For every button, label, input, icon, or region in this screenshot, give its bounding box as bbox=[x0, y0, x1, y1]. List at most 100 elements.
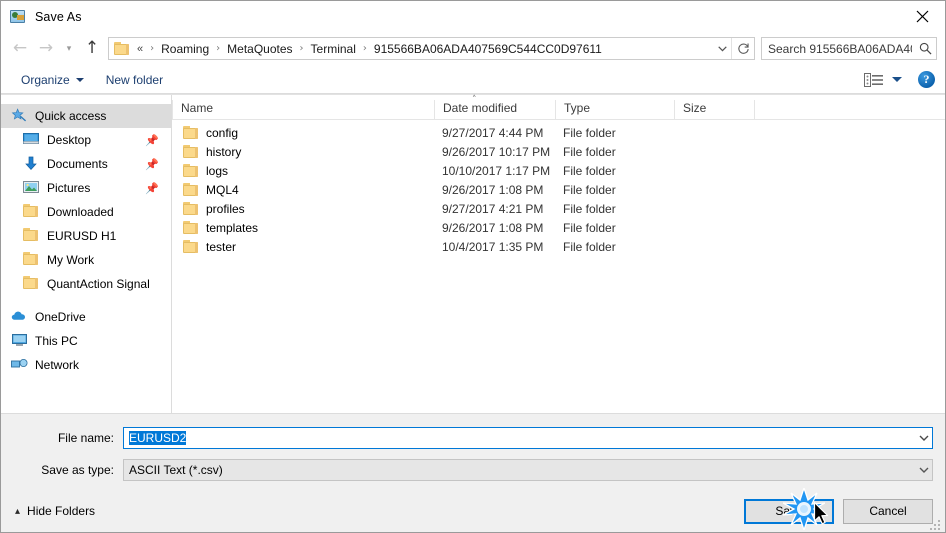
file-name-cell: templates bbox=[172, 221, 434, 235]
pin-icon[interactable]: 📌 bbox=[145, 134, 165, 147]
close-icon[interactable] bbox=[899, 1, 945, 31]
breadcrumb-item-metaquotes[interactable]: MetaQuotes bbox=[225, 41, 294, 57]
save-as-type-chevron-down-icon[interactable] bbox=[915, 467, 932, 473]
column-header-date-modified[interactable]: Date modified bbox=[434, 100, 555, 119]
hide-folders-button[interactable]: ▴ Hide Folders bbox=[15, 504, 95, 518]
breadcrumb-item-terminal[interactable]: Terminal bbox=[309, 41, 358, 57]
table-row[interactable]: MQL4 9/26/2017 1:08 PM File folder bbox=[172, 180, 945, 199]
file-name: config bbox=[206, 125, 239, 140]
folder-icon bbox=[23, 276, 40, 292]
sidebar-item-eurusd-h1[interactable]: EURUSD H1 bbox=[1, 224, 171, 248]
chevron-down-icon bbox=[75, 77, 84, 82]
folder-icon bbox=[23, 204, 40, 220]
sidebar-item-desktop[interactable]: Desktop 📌 bbox=[1, 128, 171, 152]
pin-icon[interactable]: 📌 bbox=[145, 158, 165, 171]
forward-icon[interactable]: → bbox=[33, 36, 59, 62]
table-row[interactable]: templates 9/26/2017 1:08 PM File folder bbox=[172, 218, 945, 237]
network-icon bbox=[11, 357, 28, 373]
column-header-name[interactable]: Name bbox=[172, 100, 434, 119]
save-label: Save bbox=[775, 504, 803, 518]
sidebar-item-pictures[interactable]: Pictures 📌 bbox=[1, 176, 171, 200]
breadcrumb-item-roaming[interactable]: Roaming bbox=[159, 41, 211, 57]
navigation-sidebar: Quick access Desktop 📌 Documents 📌 Pictu… bbox=[1, 95, 172, 413]
sidebar-item-network[interactable]: Network bbox=[1, 353, 171, 377]
sidebar-item-onedrive[interactable]: OneDrive bbox=[1, 305, 171, 329]
command-toolbar: Organize New folder ? bbox=[1, 65, 945, 95]
file-name-chevron-down-icon[interactable] bbox=[915, 435, 932, 441]
table-row[interactable]: logs 10/10/2017 1:17 PM File folder bbox=[172, 161, 945, 180]
file-date: 9/27/2017 4:21 PM bbox=[442, 201, 544, 216]
folder-icon bbox=[183, 164, 198, 177]
save-as-type-label: Save as type: bbox=[41, 463, 114, 477]
sidebar-item-this-pc[interactable]: This PC bbox=[1, 329, 171, 353]
view-layout-icon[interactable] bbox=[864, 72, 884, 88]
back-icon[interactable]: ← bbox=[7, 36, 33, 62]
folder-icon bbox=[183, 126, 198, 139]
file-name: logs bbox=[206, 163, 229, 178]
file-name-value[interactable]: EURUSD2 bbox=[124, 431, 915, 445]
cancel-button[interactable]: Cancel bbox=[843, 498, 933, 524]
sidebar-item-label: QuantAction Signal bbox=[47, 277, 150, 291]
column-headers: ˄ Name Date modified Type Size bbox=[172, 95, 945, 120]
file-name: history bbox=[206, 144, 242, 159]
sidebar-item-label: My Work bbox=[47, 253, 95, 267]
search-icon[interactable] bbox=[914, 38, 936, 59]
file-name-combo[interactable]: EURUSD2 bbox=[123, 427, 933, 449]
column-header-type[interactable]: Type bbox=[555, 100, 674, 119]
table-row[interactable]: profiles 9/27/2017 4:21 PM File folder bbox=[172, 199, 945, 218]
sidebar-item-label: Network bbox=[35, 358, 80, 372]
view-chevron-down-icon[interactable] bbox=[892, 77, 902, 82]
sidebar-item-my-work[interactable]: My Work bbox=[1, 248, 171, 272]
file-date: 9/26/2017 10:17 PM bbox=[442, 144, 551, 159]
save-button[interactable]: Save bbox=[744, 498, 834, 524]
file-date: 10/10/2017 1:17 PM bbox=[442, 163, 551, 178]
refresh-icon[interactable] bbox=[731, 38, 754, 59]
organize-button[interactable]: Organize bbox=[15, 70, 90, 90]
address-chevron-down-icon[interactable] bbox=[713, 38, 731, 59]
table-row[interactable]: tester 10/4/2017 1:35 PM File folder bbox=[172, 237, 945, 256]
file-name-selected-text: EURUSD2 bbox=[129, 431, 187, 445]
sidebar-item-label: Documents bbox=[47, 157, 108, 171]
sidebar-item-downloaded[interactable]: Downloaded bbox=[1, 200, 171, 224]
new-folder-button[interactable]: New folder bbox=[100, 70, 169, 90]
file-date: 10/4/2017 1:35 PM bbox=[442, 239, 544, 254]
recent-locations-chevron-down-icon[interactable]: ▾ bbox=[59, 36, 79, 62]
dialog-footer: ▴ Hide Folders Save Cancel bbox=[1, 490, 945, 532]
file-type: File folder bbox=[563, 125, 616, 140]
sidebar-item-quick-access[interactable]: Quick access bbox=[1, 104, 171, 128]
breadcrumb-separator-icon: › bbox=[362, 43, 367, 54]
file-name-cell: profiles bbox=[172, 202, 434, 216]
save-as-type-combo[interactable]: ASCII Text (*.csv) bbox=[123, 459, 933, 481]
folder-icon bbox=[23, 252, 40, 268]
desktop-icon bbox=[23, 132, 40, 148]
toolbar-right-group: ? bbox=[864, 71, 935, 88]
resize-grip-icon[interactable] bbox=[930, 518, 942, 530]
search-input[interactable] bbox=[762, 41, 914, 56]
address-bar[interactable]: « › Roaming › MetaQuotes › Terminal › 91… bbox=[108, 37, 755, 60]
table-row[interactable]: history 9/26/2017 10:17 PM File folder bbox=[172, 142, 945, 161]
file-type: File folder bbox=[563, 182, 616, 197]
file-type: File folder bbox=[563, 201, 616, 216]
file-date: 9/27/2017 4:44 PM bbox=[442, 125, 544, 140]
search-box[interactable] bbox=[761, 37, 937, 60]
footer-buttons: Save Cancel bbox=[744, 498, 933, 524]
breadcrumb-overflow[interactable]: « bbox=[135, 42, 145, 56]
column-header-size[interactable]: Size bbox=[674, 100, 754, 119]
help-circle-icon[interactable]: ? bbox=[918, 71, 935, 88]
pin-icon[interactable]: 📌 bbox=[145, 182, 165, 195]
table-row[interactable]: config 9/27/2017 4:44 PM File folder bbox=[172, 123, 945, 142]
file-type: File folder bbox=[563, 144, 616, 159]
navigation-bar: ← → ▾ ↑ « › Roaming › MetaQuotes › Termi… bbox=[1, 32, 945, 65]
up-one-level-arrow-up-icon[interactable]: ↑ bbox=[79, 36, 105, 62]
file-name-cell: logs bbox=[172, 164, 434, 178]
file-name: tester bbox=[206, 239, 237, 254]
new-folder-label: New folder bbox=[105, 72, 164, 87]
documents-icon bbox=[23, 156, 40, 172]
breadcrumb-item-terminal-id[interactable]: 915566BA06ADA407569C544CC0D97611 bbox=[372, 41, 604, 57]
folder-icon bbox=[183, 202, 198, 215]
sidebar-item-quantaction-signal[interactable]: QuantAction Signal bbox=[1, 272, 171, 296]
sidebar-divider bbox=[1, 296, 171, 305]
folder-icon bbox=[114, 41, 130, 56]
breadcrumb-separator-icon: › bbox=[299, 43, 304, 54]
sidebar-item-documents[interactable]: Documents 📌 bbox=[1, 152, 171, 176]
